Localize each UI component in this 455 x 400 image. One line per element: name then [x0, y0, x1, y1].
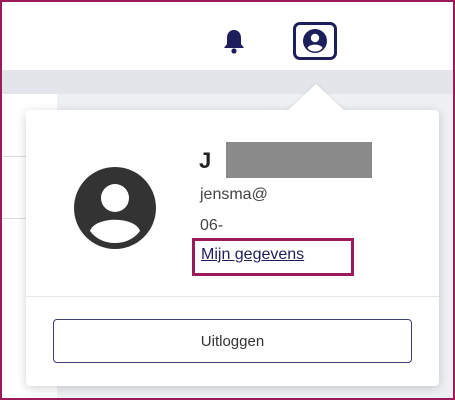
user-phone: 06- [200, 217, 224, 234]
dropdown-caret [286, 84, 346, 112]
dropdown-divider [26, 296, 439, 297]
redacted-name [226, 142, 372, 178]
my-details-link[interactable]: Mijn gegevens [201, 246, 304, 264]
user-email: jensma@ [200, 186, 268, 203]
avatar-icon [73, 166, 157, 250]
logout-button[interactable]: Uitloggen [53, 319, 412, 363]
user-circle-icon [303, 29, 327, 53]
sub-header-strip [2, 70, 453, 94]
bell-icon[interactable] [223, 28, 245, 54]
user-name: J [199, 148, 212, 173]
profile-button[interactable] [293, 22, 337, 60]
